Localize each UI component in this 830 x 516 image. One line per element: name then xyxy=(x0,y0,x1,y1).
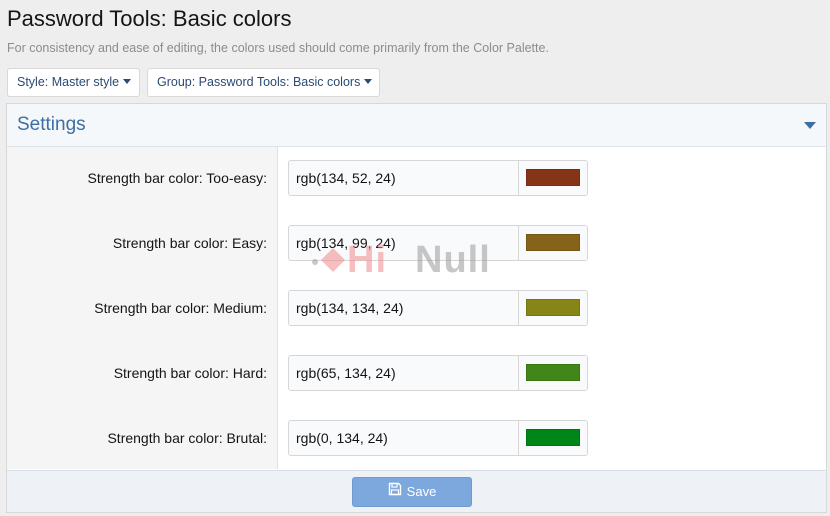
setting-label: Strength bar color: Too-easy: xyxy=(87,170,267,186)
setting-row-too-easy: Strength bar color: Too-easy: rgb(134, 5… xyxy=(7,160,826,196)
color-swatch xyxy=(526,169,580,186)
style-filter-label: Style: Master style xyxy=(17,75,120,89)
color-input-group: rgb(0, 134, 24) xyxy=(288,420,588,456)
color-picker-button[interactable] xyxy=(518,226,587,260)
settings-block: Settings Strength bar color: Too-easy: r… xyxy=(6,103,827,513)
color-input-group: rgb(134, 99, 24) xyxy=(288,225,588,261)
color-input-group: rgb(65, 134, 24) xyxy=(288,355,588,391)
save-button[interactable]: Save xyxy=(352,477,472,507)
color-value-input[interactable]: rgb(134, 99, 24) xyxy=(289,226,519,260)
color-swatch xyxy=(526,299,580,316)
color-swatch xyxy=(526,234,580,251)
save-label: Save xyxy=(406,484,437,499)
group-filter-dropdown[interactable]: Group: Password Tools: Basic colors xyxy=(147,68,380,97)
caret-down-icon xyxy=(364,79,373,85)
color-picker-button[interactable] xyxy=(518,356,587,390)
color-picker-button[interactable] xyxy=(518,421,587,455)
setting-row-medium: Strength bar color: Medium: rgb(134, 134… xyxy=(7,290,826,326)
form-footer: Save xyxy=(7,470,826,512)
color-value-input[interactable]: rgb(0, 134, 24) xyxy=(289,421,519,455)
setting-label: Strength bar color: Brutal: xyxy=(107,430,267,446)
page: Password Tools: Basic colors For consist… xyxy=(0,0,830,516)
group-filter-label: Group: Password Tools: Basic colors xyxy=(157,75,361,89)
setting-label: Strength bar color: Easy: xyxy=(112,235,267,251)
color-picker-button[interactable] xyxy=(518,161,587,195)
color-swatch xyxy=(526,364,580,381)
collapse-caret-icon[interactable] xyxy=(804,122,816,129)
style-filter-dropdown[interactable]: Style: Master style xyxy=(7,68,140,97)
setting-row-hard: Strength bar color: Hard: rgb(65, 134, 2… xyxy=(7,355,826,391)
settings-title: Settings xyxy=(17,114,86,135)
color-value-input[interactable]: rgb(134, 52, 24) xyxy=(289,161,519,195)
setting-row-easy: Strength bar color: Easy: rgb(134, 99, 2… xyxy=(7,225,826,261)
save-icon xyxy=(388,478,402,506)
setting-label: Strength bar color: Hard: xyxy=(113,365,267,381)
color-input-group: rgb(134, 52, 24) xyxy=(288,160,588,196)
color-input-group: rgb(134, 134, 24) xyxy=(288,290,588,326)
color-swatch xyxy=(526,429,580,446)
color-value-input[interactable]: rgb(65, 134, 24) xyxy=(289,356,519,390)
page-title: Password Tools: Basic colors xyxy=(7,6,292,31)
setting-row-brutal: Strength bar color: Brutal: rgb(0, 134, … xyxy=(7,420,826,456)
setting-label: Strength bar color: Medium: xyxy=(94,300,267,316)
page-description: For consistency and ease of editing, the… xyxy=(7,41,549,55)
color-picker-button[interactable] xyxy=(518,291,587,325)
color-value-input[interactable]: rgb(134, 134, 24) xyxy=(289,291,519,325)
settings-header[interactable]: Settings xyxy=(7,104,826,147)
caret-down-icon xyxy=(123,79,132,85)
